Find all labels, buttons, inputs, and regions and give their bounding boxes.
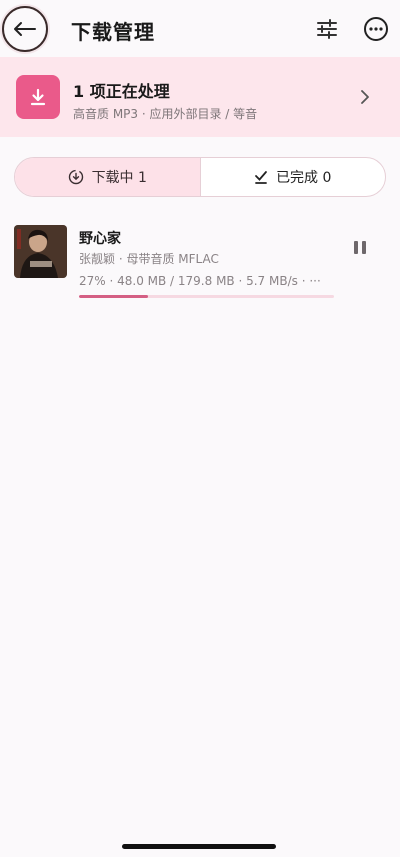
tab-completed-label: 已完成 0: [276, 170, 332, 186]
check-icon: [255, 171, 267, 184]
more-horizontal-icon: [369, 27, 383, 31]
download-item[interactable]: 野心家 张靓颖 · 母带音质 MFLAC 27% · 48.0 MB / 179…: [14, 224, 386, 304]
page-title: 下载管理: [71, 20, 155, 44]
tab-completed[interactable]: 已完成 0: [199, 158, 386, 196]
banner-subtitle: 高音质 MP3 · 应用外部目录 / 等音: [73, 107, 258, 121]
processing-banner[interactable]: 1 项正在处理 高音质 MP3 · 应用外部目录 / 等音: [0, 57, 400, 137]
download-icon: [30, 88, 46, 106]
song-title: 野心家: [79, 231, 121, 247]
download-circle-icon: [68, 169, 83, 185]
home-indicator: [122, 844, 276, 849]
sliders-icon: [317, 19, 337, 39]
chevron-right-icon: [361, 90, 369, 104]
tab-downloading-label: 下载中 1: [91, 170, 147, 186]
header: 下载管理: [0, 0, 400, 60]
more-button[interactable]: [364, 17, 388, 41]
arrow-left-icon: [14, 22, 36, 36]
download-tabs: 下载中 1 已完成 0: [14, 157, 386, 197]
album-cover: [14, 225, 67, 278]
download-manager-page: 下载管理 1 项正在处理 高音质 MP3 · 应用外部目录 / 等音 下载中 1…: [0, 0, 400, 857]
tab-downloading[interactable]: 下载中 1: [15, 158, 200, 196]
album-cover-image: [14, 225, 67, 278]
pause-button[interactable]: [354, 241, 368, 255]
song-meta: 张靓颖 · 母带音质 MFLAC: [79, 252, 219, 266]
progress-fill: [79, 295, 148, 298]
filter-button[interactable]: [316, 18, 338, 40]
pause-icon-bar-right: [362, 241, 366, 254]
banner-icon-box: [16, 75, 60, 119]
banner-title: 1 项正在处理: [73, 82, 170, 101]
pause-icon-bar-left: [354, 241, 358, 254]
back-button[interactable]: [2, 6, 48, 52]
progress-bar: [79, 295, 334, 298]
progress-text: 27% · 48.0 MB / 179.8 MB · 5.7 MB/s · ··…: [79, 274, 321, 288]
